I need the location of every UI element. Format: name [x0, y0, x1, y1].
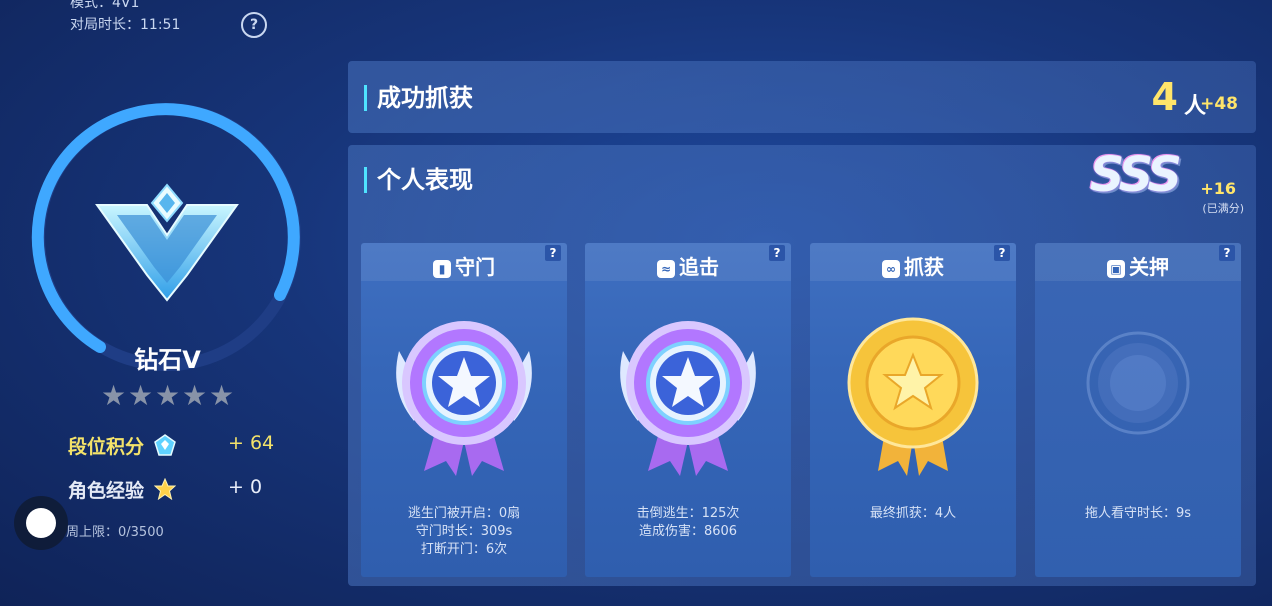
help-icon[interactable]: ? — [241, 12, 267, 38]
exp-value: + 0 — [228, 476, 263, 498]
card-capture[interactable]: ∞ 抓获 ? 最终抓获：4人 — [810, 243, 1016, 577]
card-help-icon[interactable]: ? — [769, 245, 785, 261]
catch-panel: 成功抓获 4 人 +48 — [348, 61, 1256, 133]
duration-label: 对局时长：11:51 — [70, 17, 181, 33]
card-help-icon[interactable]: ? — [545, 245, 561, 261]
card-title: ▮ 守门 — [361, 251, 567, 280]
chase-icon: ≈ — [657, 260, 675, 278]
stat-line: 守门时长：309s — [415, 524, 513, 539]
card-chase[interactable]: ≈ 追击 ? 击倒逃生：125次 造成伤害：8606 — [585, 243, 791, 577]
performance-panel: 个人表现 SSS +16 (已满分) ▮ 守门 ? 逃生门被开启：0扇 守门时长：… — [348, 145, 1256, 586]
exp-row: 角色经验 + 0 — [68, 476, 262, 503]
card-title-text: 关押 — [1129, 255, 1169, 279]
card-title: ▣ 关押 — [1035, 251, 1241, 280]
diamond-rank-icon — [95, 183, 239, 302]
empty-medal-slot-icon — [1086, 331, 1190, 435]
weekly-limit: 周上限：0/3500 — [66, 525, 164, 540]
card-stats: 逃生门被开启：0扇 守门时长：309s 打断开门：6次 — [361, 505, 567, 559]
star-icon: ★ — [101, 379, 127, 412]
grade-badge: SSS — [1089, 147, 1182, 203]
purple-star-medal-icon — [396, 321, 532, 476]
star-icon: ★ — [155, 379, 181, 412]
stat-line: 打断开门：6次 — [420, 542, 508, 557]
card-stats: 最终抓获：4人 — [810, 505, 1016, 523]
card-title-text: 追击 — [679, 255, 719, 279]
star-icon: ★ — [209, 379, 235, 412]
rank-name: 钻石V — [134, 346, 201, 374]
card-stats: 拖人看守时长：9s — [1035, 505, 1241, 523]
card-title-text: 抓获 — [904, 255, 944, 279]
performance-title: 个人表现 — [364, 167, 473, 193]
rank-stars: ★ ★ ★ ★ ★ — [101, 379, 235, 412]
floating-assist-button[interactable] — [14, 496, 68, 550]
purple-star-medal-icon — [620, 321, 756, 476]
star-icon: ★ — [182, 379, 208, 412]
exp-star-icon — [153, 478, 176, 500]
mode-label: 模式：4V1 — [70, 0, 140, 11]
catch-title: 成功抓获 — [364, 85, 473, 111]
card-help-icon[interactable]: ? — [994, 245, 1010, 261]
catch-count: 4 — [1151, 75, 1178, 119]
card-stats: 击倒逃生：125次 造成伤害：8606 — [585, 505, 791, 541]
card-guard-gate[interactable]: ▮ 守门 ? 逃生门被开启：0扇 守门时长：309s 打断开门：6次 — [361, 243, 567, 577]
card-title: ∞ 抓获 — [810, 251, 1016, 280]
rank-points-value: + 64 — [228, 432, 275, 454]
stat-line: 拖人看守时长：9s — [1084, 506, 1192, 521]
stat-line: 最终抓获：4人 — [869, 506, 957, 521]
rank-points-row: 段位积分 + 64 — [68, 432, 274, 459]
card-imprison[interactable]: ▣ 关押 ? 拖人看守时长：9s — [1035, 243, 1241, 577]
catch-bonus: +48 — [1200, 94, 1238, 114]
chair-icon: ▣ — [1107, 260, 1125, 278]
rank-points-label: 段位积分 — [68, 436, 145, 458]
grade-bonus: +16 — [1200, 179, 1236, 198]
exp-label: 角色经验 — [68, 480, 145, 502]
card-help-icon[interactable]: ? — [1219, 245, 1235, 261]
card-title: ≈ 追击 — [585, 251, 791, 280]
stat-line: 击倒逃生：125次 — [636, 506, 740, 521]
stat-line: 造成伤害：8606 — [638, 524, 738, 539]
stat-line: 逃生门被开启：0扇 — [407, 506, 521, 521]
door-icon: ▮ — [433, 260, 451, 278]
star-icon: ★ — [128, 379, 154, 412]
handcuffs-icon: ∞ — [882, 260, 900, 278]
rank-points-icon — [153, 434, 176, 456]
gold-star-medal-icon — [847, 317, 979, 476]
card-title-text: 守门 — [455, 255, 495, 279]
grade-note: (已满分) — [1202, 202, 1244, 215]
match-info: 模式：4V1 对局时长：11:51 — [70, 0, 180, 36]
